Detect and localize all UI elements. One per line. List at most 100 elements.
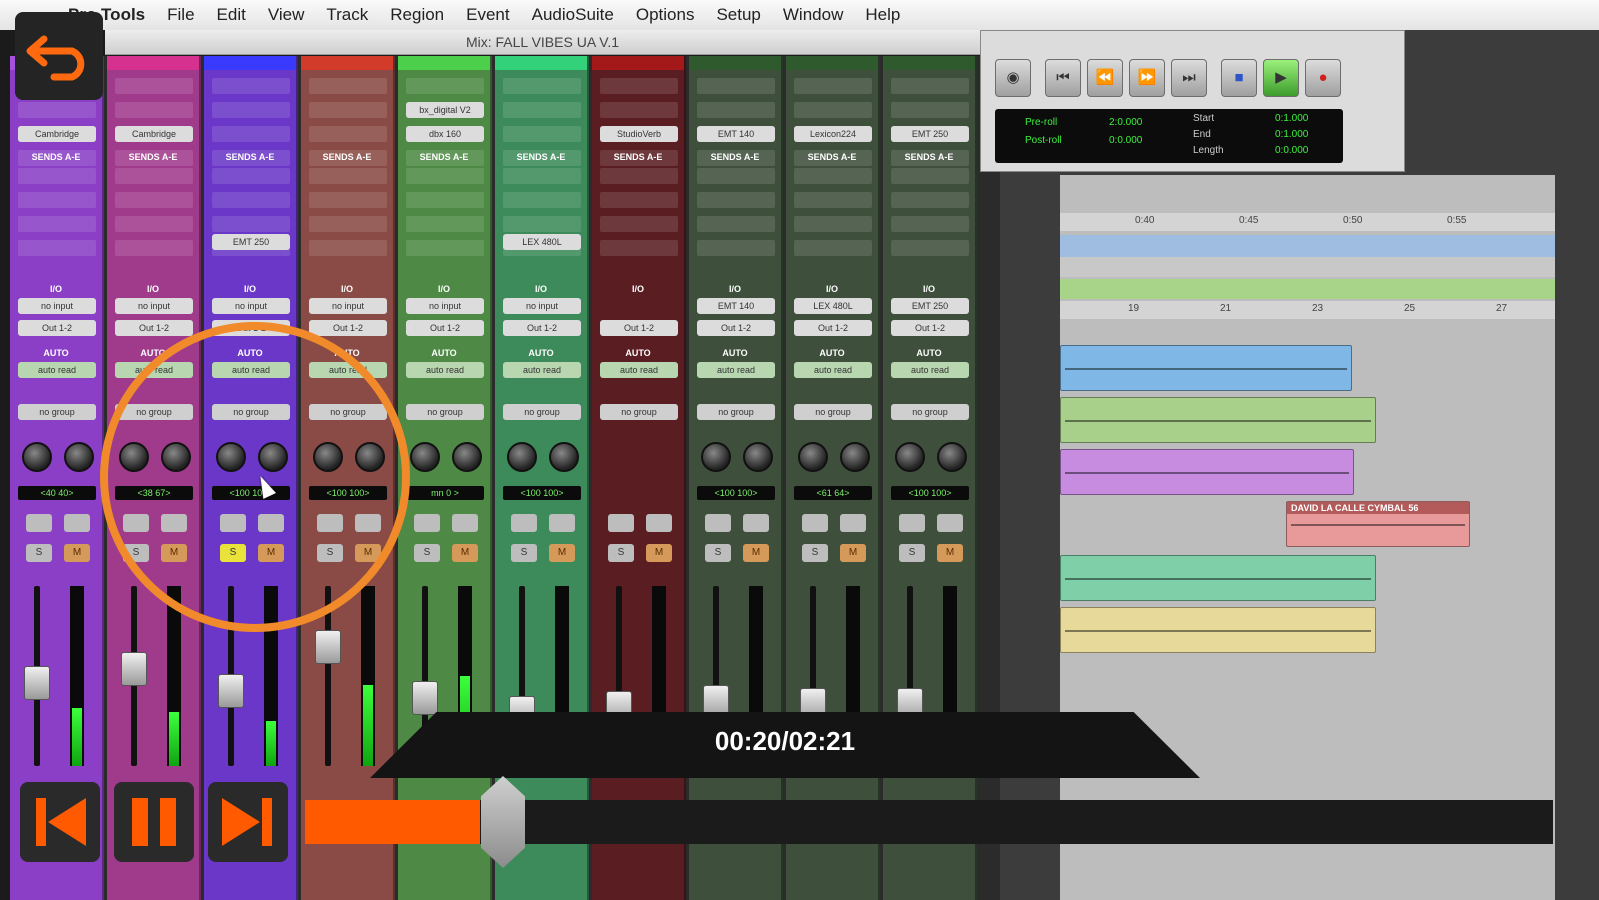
send-slot[interactable] [697, 216, 775, 232]
input-selector[interactable]: no input [18, 298, 96, 314]
output-selector[interactable]: Out 1-2 [891, 320, 969, 336]
volume-fader[interactable] [218, 673, 244, 708]
input-selector[interactable]: EMT 140 [697, 298, 775, 314]
end-value[interactable]: 0:1.000 [1275, 129, 1308, 140]
send-slot[interactable] [891, 168, 969, 184]
send-slot[interactable] [406, 192, 484, 208]
menu-item-file[interactable]: File [156, 5, 205, 25]
menu-item-view[interactable]: View [257, 5, 316, 25]
send-slot[interactable] [18, 240, 96, 256]
edit-tracks-area[interactable]: 0:40 0:45 0:50 0:55 19 21 23 25 27 DAVID LA CAL… [1060, 175, 1555, 900]
input-monitor-button[interactable] [452, 514, 478, 532]
insert-slot[interactable] [212, 102, 290, 118]
insert-slot[interactable] [697, 102, 775, 118]
automation-mode-selector[interactable]: auto read [794, 362, 872, 378]
input-monitor-button[interactable] [549, 514, 575, 532]
menu-item-audiosuite[interactable]: AudioSuite [521, 5, 625, 25]
audio-clip[interactable] [1060, 555, 1376, 601]
input-selector[interactable]: no input [212, 298, 290, 314]
solo-button[interactable]: S [705, 544, 731, 562]
send-slot[interactable] [794, 240, 872, 256]
send-slot[interactable] [115, 192, 193, 208]
insert-slot[interactable] [212, 126, 290, 142]
insert-slot[interactable] [891, 78, 969, 94]
insert-plugin[interactable]: dbx 160 [406, 126, 484, 142]
insert-plugin[interactable]: StudioVerb [600, 126, 678, 142]
record-icon[interactable]: ● [1305, 59, 1341, 97]
automation-mode-selector[interactable]: auto read [18, 362, 96, 378]
insert-plugin[interactable]: EMT 250 [891, 126, 969, 142]
input-selector[interactable]: no input [309, 298, 387, 314]
input-selector[interactable]: no input [503, 298, 581, 314]
mute-button[interactable]: M [937, 544, 963, 562]
audio-clip[interactable] [1060, 449, 1354, 495]
solo-button[interactable]: S [26, 544, 52, 562]
audio-clip[interactable]: DAVID LA CALLE CYMBAL 56 [1286, 501, 1470, 547]
send-slot[interactable] [115, 216, 193, 232]
send-slot[interactable] [309, 168, 387, 184]
mute-button[interactable]: M [743, 544, 769, 562]
input-monitor-button[interactable] [64, 514, 90, 532]
send-slot[interactable] [18, 168, 96, 184]
pan-left-knob[interactable] [895, 442, 925, 472]
return-to-zero-icon[interactable]: ⏮ [1045, 59, 1081, 97]
group-selector[interactable]: no group [406, 404, 484, 420]
insert-slot[interactable] [503, 78, 581, 94]
send-slot[interactable] [309, 216, 387, 232]
send-slot[interactable] [212, 192, 290, 208]
pan-right-knob[interactable] [937, 442, 967, 472]
record-enable-button[interactable] [608, 514, 634, 532]
output-selector[interactable]: Out 1-2 [309, 320, 387, 336]
send-slot[interactable] [891, 216, 969, 232]
send-slot[interactable] [697, 192, 775, 208]
next-button[interactable] [208, 782, 288, 862]
send-slot[interactable] [212, 168, 290, 184]
send-slot[interactable] [212, 216, 290, 232]
mute-button[interactable]: M [549, 544, 575, 562]
mute-button[interactable]: M [840, 544, 866, 562]
automation-mode-selector[interactable]: auto read [503, 362, 581, 378]
pan-right-knob[interactable] [452, 442, 482, 472]
volume-fader[interactable] [121, 651, 147, 686]
solo-button[interactable]: S [608, 544, 634, 562]
pan-left-knob[interactable] [410, 442, 440, 472]
send-slot[interactable] [18, 216, 96, 232]
online-icon[interactable]: ◉ [995, 59, 1031, 97]
send-slot[interactable] [115, 240, 193, 256]
audio-clip[interactable] [1060, 345, 1352, 391]
output-selector[interactable]: Out 1-2 [18, 320, 96, 336]
mute-button[interactable]: M [64, 544, 90, 562]
send-slot[interactable] [309, 192, 387, 208]
record-enable-button[interactable] [705, 514, 731, 532]
mute-button[interactable]: M [452, 544, 478, 562]
back-button[interactable] [15, 12, 103, 100]
record-enable-button[interactable] [899, 514, 925, 532]
menu-item-window[interactable]: Window [772, 5, 854, 25]
insert-slot[interactable] [309, 78, 387, 94]
mute-button[interactable]: M [646, 544, 672, 562]
solo-button[interactable]: S [414, 544, 440, 562]
menu-item-edit[interactable]: Edit [206, 5, 257, 25]
pan-left-knob[interactable] [701, 442, 731, 472]
output-selector[interactable]: Out 1-2 [794, 320, 872, 336]
send-slot[interactable] [503, 216, 581, 232]
automation-mode-selector[interactable]: auto read [697, 362, 775, 378]
pan-left-knob[interactable] [798, 442, 828, 472]
menu-item-help[interactable]: Help [854, 5, 911, 25]
insert-plugin[interactable]: bx_digital V2 [406, 102, 484, 118]
insert-slot[interactable] [115, 102, 193, 118]
send-slot[interactable] [600, 168, 678, 184]
pan-right-knob[interactable] [549, 442, 579, 472]
record-enable-button[interactable] [511, 514, 537, 532]
send-slot[interactable] [503, 168, 581, 184]
group-selector[interactable]: no group [600, 404, 678, 420]
input-monitor-button[interactable] [646, 514, 672, 532]
start-value[interactable]: 0:1.000 [1275, 113, 1308, 124]
audio-clip[interactable] [1060, 607, 1376, 653]
insert-plugin[interactable]: Lexicon224 [794, 126, 872, 142]
send-plugin[interactable]: EMT 250 [212, 234, 290, 250]
volume-fader[interactable] [315, 629, 341, 664]
menu-item-event[interactable]: Event [455, 5, 520, 25]
send-slot[interactable] [309, 240, 387, 256]
timecode-ruler[interactable]: 0:40 0:45 0:50 0:55 [1060, 213, 1555, 231]
